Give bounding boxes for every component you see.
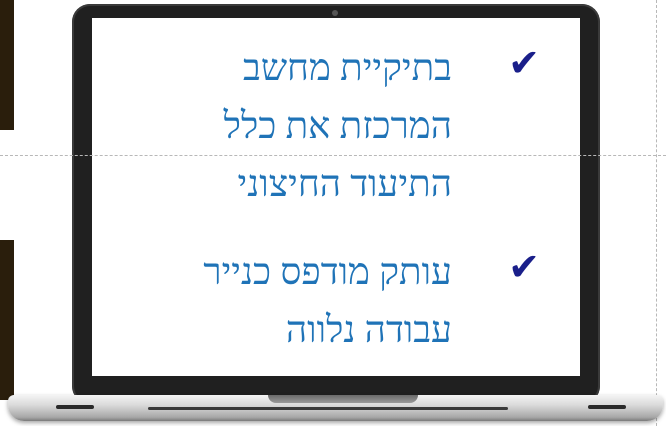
laptop-base-notch [268,395,418,403]
background-strip-top [0,0,14,130]
checkmark-icon: ✔ [508,41,540,85]
laptop-foot-left [56,405,94,409]
bullet-item: ✔ עותק מודפס כנייר עבודה נלווה [120,244,540,360]
checkmark-icon: ✔ [508,245,540,289]
laptop-base [8,395,663,421]
bullet-text: עותק מודפס כנייר עבודה נלווה [203,252,452,351]
laptop-base-groove [148,407,508,410]
laptop-screen: ✔ בתיקיית מחשב המרכזת את כלל התיעוד החיצ… [92,18,580,376]
webcam-icon [332,10,338,16]
vertical-guide-line [656,0,657,426]
laptop-foot-right [588,405,626,409]
bullet-item: ✔ בתיקיית מחשב המרכזת את כלל התיעוד החיצ… [120,40,540,214]
bullet-text: בתיקיית מחשב המרכזת את כלל התיעוד החיצונ… [223,48,452,205]
bullet-list: ✔ בתיקיית מחשב המרכזת את כלל התיעוד החיצ… [120,40,540,376]
background-strip-bottom [0,240,14,400]
